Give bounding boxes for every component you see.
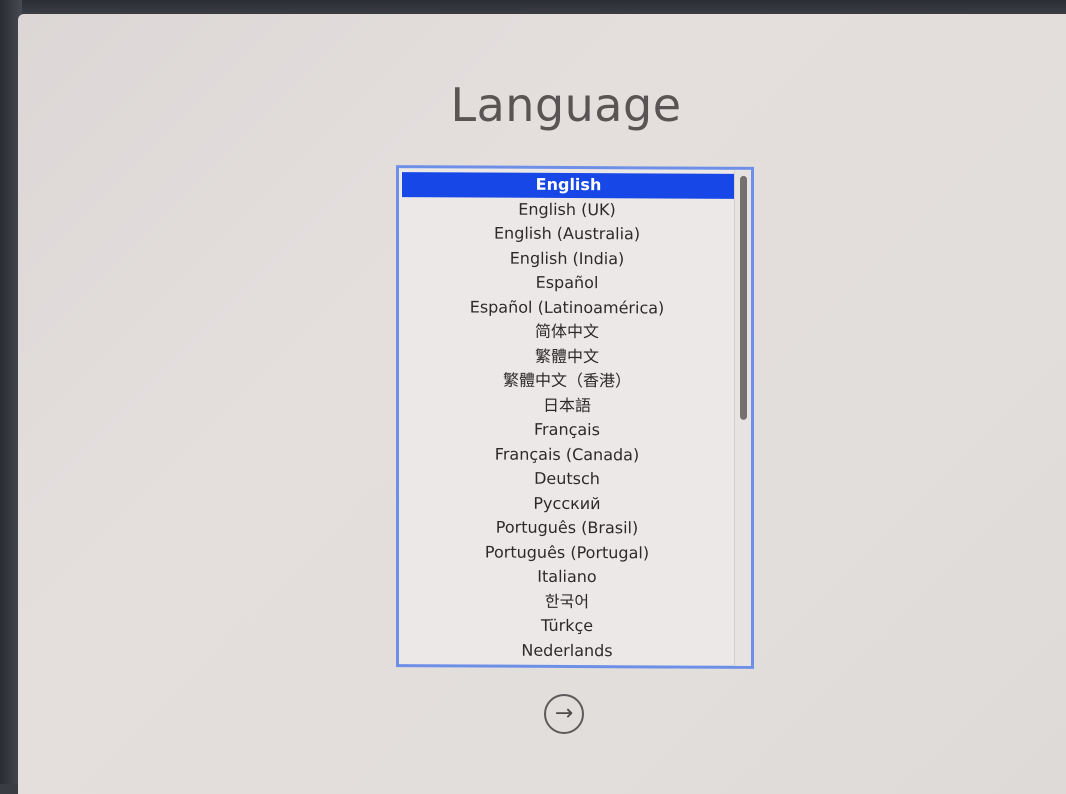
language-list[interactable]: English English (UK) English (Australia) En… xyxy=(396,165,754,669)
scrollbar-thumb[interactable] xyxy=(740,175,747,420)
language-list-items: English English (UK) English (Australia) En… xyxy=(399,168,735,670)
continue-button[interactable]: → xyxy=(544,694,584,734)
language-item-selected[interactable]: English xyxy=(402,172,735,199)
language-item[interactable]: 简体中文 xyxy=(399,319,735,345)
page-title: Language xyxy=(450,78,682,132)
language-item[interactable]: Русский xyxy=(399,491,735,517)
language-item[interactable]: English (UK) xyxy=(399,197,735,223)
language-item[interactable]: Español xyxy=(399,270,735,296)
language-item[interactable]: 한국어 xyxy=(399,589,735,615)
language-item[interactable]: 繁體中文（香港） xyxy=(399,368,735,394)
arrow-right-icon: → xyxy=(554,701,574,726)
language-item[interactable]: Türkçe xyxy=(399,613,735,639)
language-item[interactable]: Deutsch xyxy=(399,466,735,492)
language-item[interactable]: Français xyxy=(399,417,735,443)
language-item[interactable]: Français (Canada) xyxy=(399,442,735,468)
language-item[interactable]: Português (Brasil) xyxy=(399,515,735,541)
language-item[interactable]: Español (Latinoamérica) xyxy=(399,295,735,321)
language-item[interactable]: Nederlands xyxy=(399,638,735,664)
language-item[interactable]: English (Australia) xyxy=(399,221,735,247)
scrollbar[interactable] xyxy=(734,169,751,666)
language-item[interactable]: 日本語 xyxy=(399,393,735,419)
language-item[interactable]: 繁體中文 xyxy=(399,344,735,370)
language-item[interactable]: English (India) xyxy=(399,246,735,272)
language-item[interactable]: Italiano xyxy=(399,564,735,590)
setup-screen: Language English English (UK) English (Aus… xyxy=(18,14,1066,794)
language-item[interactable]: Português (Portugal) xyxy=(399,540,735,566)
